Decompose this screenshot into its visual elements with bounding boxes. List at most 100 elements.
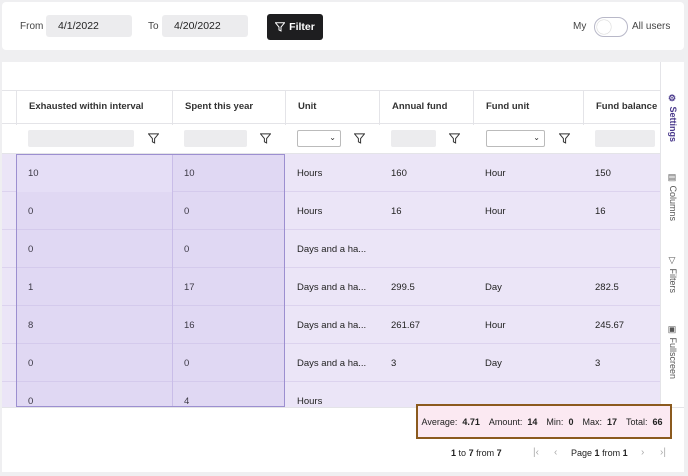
sidebar-item-fullscreen[interactable]: ▣ Fullscreen [661,320,685,384]
table-cell[interactable]: Days and a ha... [285,268,379,306]
table-cell[interactable]: Hours [285,154,379,192]
sidebar-item-label: ▤ Columns [668,172,678,222]
row-count-summary: 1 to 7 from 7 [451,448,502,458]
first-page-icon[interactable]: |‹ [533,447,539,458]
next-page-icon[interactable]: › [641,447,644,458]
column-filter-select[interactable]: ⌄ [297,130,341,147]
column-header[interactable]: Fund balance [583,91,660,125]
table-cell[interactable]: 0 [172,344,285,382]
table-cell[interactable]: 10 [172,154,285,192]
table-cell[interactable]: Day [473,344,583,382]
header-row: Exhausted within interval Spent this yea… [2,90,660,125]
filter-icon[interactable] [354,133,365,144]
column-filter-input[interactable] [391,130,436,147]
min-value: 0 [568,416,574,427]
max-label: Max: [582,416,602,427]
average-label: Average: [421,416,458,427]
from-label: From [20,21,44,32]
table-cell[interactable]: 10 [16,154,172,192]
my-label: My [573,21,587,32]
sidebar-item-settings[interactable]: ⚙ Settings [661,92,685,144]
table-cell[interactable]: 245.67 [583,306,660,344]
table-cell[interactable]: 16 [583,192,660,230]
table-row[interactable]: 0 0 Hours 16 Hour 16 [2,192,660,230]
table-cell[interactable]: 17 [172,268,285,306]
table-cell[interactable]: Hour [473,154,583,192]
table-cell[interactable]: Hours [285,192,379,230]
table-cell[interactable]: Days and a ha... [285,230,379,268]
from-date-input[interactable]: 4/1/2022 [46,15,132,37]
table-cell[interactable]: 282.5 [583,268,660,306]
table-row[interactable]: 8 16 Days and a ha... 261.67 Hour 245.67 [2,306,660,344]
table-cell[interactable]: 0 [16,230,172,268]
filter-button[interactable]: Filter [267,14,323,40]
fullscreen-icon: ▣ [668,324,678,338]
min-label: Min: [546,416,564,427]
to-date-input[interactable]: 4/20/2022 [162,15,248,37]
table-cell[interactable]: 0 [16,344,172,382]
table-row[interactable]: 10 10 Hours 160 Hour 150 [2,154,660,192]
column-filter-input[interactable] [184,130,247,147]
table-cell[interactable]: Days and a ha... [285,344,379,382]
table-cell[interactable]: 4 [172,382,285,407]
table-cell[interactable]: 0 [172,230,285,268]
table-cell[interactable]: 0 [16,382,172,407]
sidebar-item-label: ⚙ Settings [668,93,678,143]
page-indicator: Page 1 from 1 [571,448,628,458]
table-cell[interactable]: 3 [379,344,473,382]
filter-row: ⌄ ⌄ [2,124,660,154]
column-header[interactable]: Exhausted within interval [16,91,172,125]
filter-toolbar: From 4/1/2022 To 4/20/2022 Filter My All… [2,2,684,50]
table-cell[interactable]: Days and a ha... [285,306,379,344]
table-cell[interactable]: Hours [285,382,379,407]
columns-icon: ▤ [668,172,678,186]
toggle-knob [597,20,611,34]
column-header[interactable]: Spent this year [172,91,285,125]
table-cell[interactable]: 0 [172,192,285,230]
filter-button-label: Filter [289,21,315,33]
column-header[interactable]: Fund unit [473,91,583,125]
table-cell[interactable]: 299.5 [379,268,473,306]
max-value: 17 [606,416,617,427]
column-filter-select[interactable]: ⌄ [486,130,545,147]
table-cell[interactable]: 0 [16,192,172,230]
previous-page-icon[interactable]: ‹ [554,447,557,458]
filter-icon: ▽ [668,256,678,269]
table-cell[interactable] [379,230,473,268]
table-cell[interactable]: 1 [16,268,172,306]
table-row[interactable]: 0 0 Days and a ha... 3 Day 3 [2,344,660,382]
table-cell[interactable]: 261.67 [379,306,473,344]
table-row[interactable]: 1 17 Days and a ha... 299.5 Day 282.5 [2,268,660,306]
filter-icon[interactable] [148,133,159,144]
filter-icon[interactable] [559,133,570,144]
table-cell[interactable]: 16 [172,306,285,344]
table-cell[interactable]: 160 [379,154,473,192]
column-filter-input[interactable] [28,130,134,147]
table-cell[interactable]: 8 [16,306,172,344]
table-cell[interactable] [473,230,583,268]
amount-label: Amount: [488,416,523,427]
table-row[interactable]: 0 0 Days and a ha... [2,230,660,268]
table-cell[interactable]: Day [473,268,583,306]
last-page-icon[interactable]: ›| [660,447,666,458]
table-cell[interactable]: 150 [583,154,660,192]
user-scope-toggle[interactable] [594,17,628,37]
table-cell[interactable]: 3 [583,344,660,382]
table-cell[interactable]: 16 [379,192,473,230]
table-cell[interactable] [583,230,660,268]
amount-value: 14 [527,416,538,427]
sidebar-item-columns[interactable]: ▤ Columns [661,168,685,226]
gear-icon: ⚙ [668,93,678,107]
all-users-label: All users [632,21,671,32]
table-cell[interactable]: Hour [473,306,583,344]
filter-icon[interactable] [260,133,271,144]
column-header[interactable]: Annual fund [379,91,473,125]
sidebar-item-filters[interactable]: ▽ Filters [661,252,685,298]
filter-icon [275,22,286,32]
table-cell[interactable]: Hour [473,192,583,230]
filter-icon[interactable] [449,133,460,144]
data-grid: Exhausted within interval Spent this yea… [2,62,660,407]
column-header[interactable]: Unit [285,91,379,125]
to-label: To [148,21,159,32]
column-filter-input[interactable] [595,130,655,147]
